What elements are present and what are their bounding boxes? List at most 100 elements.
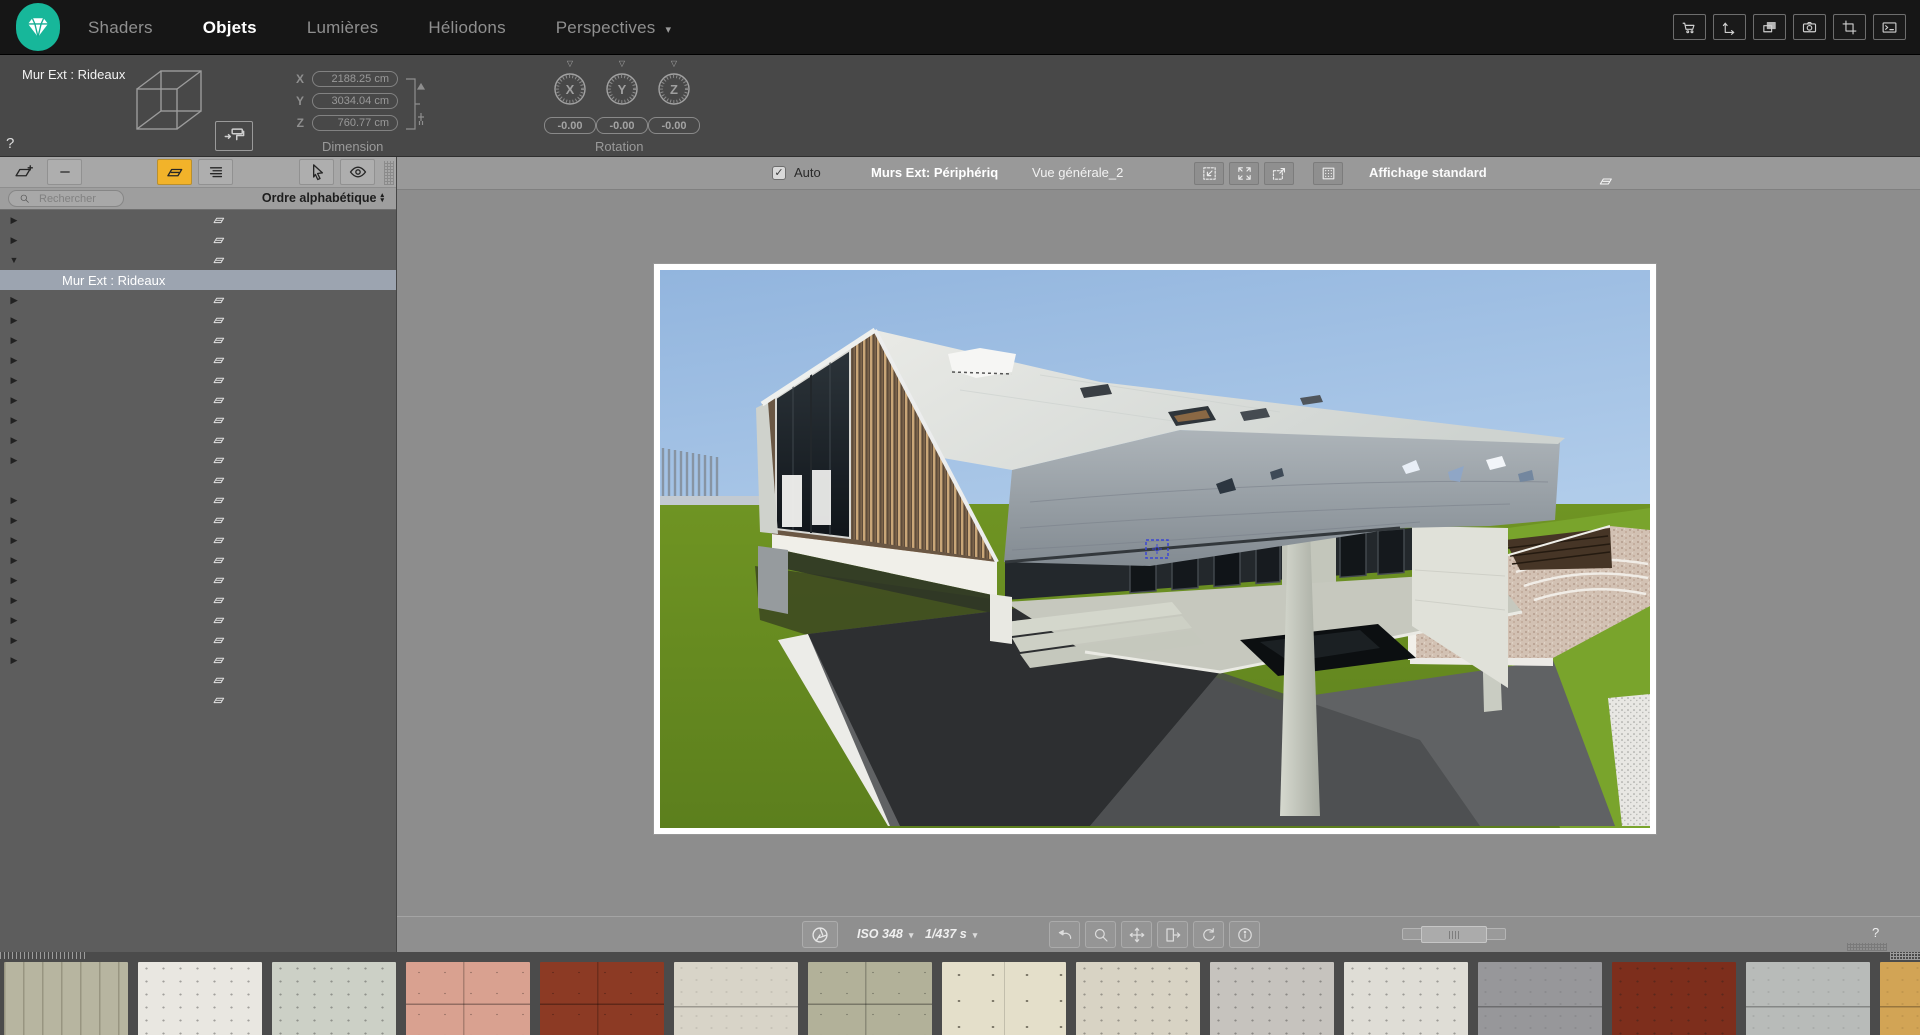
list-button[interactable] (198, 159, 233, 185)
search-field[interactable] (8, 190, 124, 207)
dotted-preview-button[interactable] (1313, 162, 1343, 185)
rotation-x-dial[interactable]: ▽ X (544, 61, 596, 134)
current-layer-label[interactable]: Murs Ext: Périphériq (871, 165, 998, 180)
expand-button[interactable] (1229, 162, 1259, 185)
layer-row[interactable]: ▶Equip: Escaliers int (0, 490, 396, 510)
sort-dropdown[interactable]: Ordre alphabétique ▴▾ (262, 191, 384, 205)
apply-shader-button[interactable] (215, 121, 253, 151)
axes-button[interactable] (1713, 14, 1746, 40)
layer-row[interactable]: ▶Exter: Piscine (0, 570, 396, 590)
render-canvas[interactable] (397, 190, 1920, 916)
cart-button[interactable] (1673, 14, 1706, 40)
tab-lumières[interactable]: Lumières (307, 18, 379, 38)
collapse-arrow-icon[interactable]: ▼ (7, 255, 21, 265)
layer-row[interactable]: ▶Equip: Mobilier Extérieur (0, 510, 396, 530)
refresh-button[interactable] (1193, 921, 1224, 948)
auto-checkbox[interactable]: ✓ (772, 166, 786, 180)
expand-arrow-icon[interactable]: ▶ (7, 235, 21, 246)
layer-row[interactable]: ▶Exter: Terrain modifié (0, 590, 396, 610)
layer-row[interactable]: ▶Sols: Planchers (0, 370, 396, 390)
aperture-button[interactable] (802, 921, 838, 948)
layer-row[interactable]: ▶Equip tech: Chauffage (0, 410, 396, 430)
expand-arrow-icon[interactable]: ▶ (7, 435, 21, 446)
camera-button[interactable] (1793, 14, 1826, 40)
current-view-label[interactable]: Vue générale_2 (1032, 165, 1123, 180)
expand-arrow-icon[interactable]: ▶ (7, 535, 21, 546)
shutter-setting[interactable]: 1/437 s▾ (925, 927, 977, 941)
layer-row[interactable]: ▶Murs ext : Modénatures (0, 310, 396, 330)
undo-button[interactable] (1049, 921, 1080, 948)
material-thumbnail[interactable] (1880, 962, 1920, 1035)
add-layer-button[interactable] (6, 159, 41, 185)
layer-row[interactable]: Unique layer (0, 670, 396, 690)
layer-row[interactable]: ▶Escalier (0, 550, 396, 570)
layer-row[interactable]: Equip: Décoration (0, 470, 396, 490)
layer-row[interactable]: ▶Sols: Dalles (0, 350, 396, 370)
rotation-z-dial[interactable]: ▽ Z (648, 61, 700, 134)
material-thumbnail[interactable] (138, 962, 262, 1035)
remove-layer-button[interactable] (47, 159, 82, 185)
crop-button[interactable] (1833, 14, 1866, 40)
material-thumbnail[interactable] (942, 962, 1066, 1035)
zoom-slider[interactable] (1402, 928, 1506, 940)
expand-arrow-icon[interactable]: ▶ (7, 515, 21, 526)
strip-resize-grip[interactable] (1890, 952, 1920, 960)
search-input[interactable] (37, 192, 117, 206)
layer-row[interactable]: ▶Finition (0, 630, 396, 650)
dimension-x-field[interactable] (312, 71, 398, 87)
cursor-button[interactable] (299, 159, 334, 185)
material-thumbnail[interactable] (1076, 962, 1200, 1035)
material-thumbnail[interactable] (808, 962, 932, 1035)
layer-row[interactable]: ▶Constr: Serrurerie (0, 230, 396, 250)
layer-row[interactable]: ▶Murs int: Cloisons (0, 330, 396, 350)
help-link[interactable]: ? (6, 135, 14, 152)
pan-button[interactable] (1121, 921, 1152, 948)
expand-arrow-icon[interactable]: ▶ (7, 575, 21, 586)
material-thumbnail[interactable] (406, 962, 530, 1035)
expand-arrow-icon[interactable]: ▶ (7, 335, 21, 346)
layer-row[interactable]: ▶Coque (0, 390, 396, 410)
expand-arrow-icon[interactable]: ▶ (7, 375, 21, 386)
iso-setting[interactable]: ISO 348▾ (857, 927, 913, 941)
layer-row[interactable]: ▶Murs Ext: Périphériques (0, 290, 396, 310)
layers-button[interactable] (157, 159, 192, 185)
rotation-y-field[interactable] (596, 117, 648, 134)
layer-row[interactable]: Végétation (0, 690, 396, 710)
expand-arrow-icon[interactable]: ▶ (7, 395, 21, 406)
expand-arrow-icon[interactable]: ▶ (7, 615, 21, 626)
material-thumbnail[interactable] (674, 962, 798, 1035)
dimension-link-icon[interactable] (404, 71, 426, 142)
help-link[interactable]: ? (1872, 925, 1879, 940)
tab-héliodons[interactable]: Héliodons (428, 18, 505, 38)
material-thumbnail[interactable] (1746, 962, 1870, 1035)
layer-row[interactable]: ▶Equip: Agencement (0, 450, 396, 470)
render-preview[interactable] (654, 264, 1656, 834)
layer-row[interactable]: Mur Ext : Rideaux (0, 270, 396, 290)
expand-arrow-icon[interactable]: ▶ (7, 315, 21, 326)
material-thumbnail[interactable] (272, 962, 396, 1035)
info-button[interactable] (1229, 921, 1260, 948)
expand-arrow-icon[interactable]: ▶ (7, 295, 21, 306)
rotation-y-dial[interactable]: ▽ Y (596, 61, 648, 134)
material-thumbnail[interactable] (1344, 962, 1468, 1035)
layer-row[interactable]: ▶Constr: Poteaux (0, 210, 396, 230)
material-thumbnail[interactable] (1210, 962, 1334, 1035)
layer-row[interactable]: ▶Equip: Mobiliers (0, 530, 396, 550)
expand-arrow-icon[interactable]: ▶ (7, 635, 21, 646)
tab-perspectives[interactable]: Perspectives▾ (556, 18, 671, 38)
expand-arrow-icon[interactable]: ▶ (7, 215, 21, 226)
expand-arrow-icon[interactable]: ▶ (7, 655, 21, 666)
dimension-z-field[interactable] (312, 115, 398, 131)
rotation-x-field[interactable] (544, 117, 596, 134)
expand-arrow-icon[interactable]: ▶ (7, 495, 21, 506)
resize-grip[interactable] (1847, 943, 1887, 951)
zoom-slider-handle[interactable] (1421, 926, 1487, 943)
expand-arrow-icon[interactable]: ▶ (7, 415, 21, 426)
rotation-z-field[interactable] (648, 117, 700, 134)
display-mode-label[interactable]: Affichage standard (1369, 165, 1487, 180)
material-thumbnail[interactable] (1478, 962, 1602, 1035)
expand-arrow-icon[interactable]: ▶ (7, 455, 21, 466)
layer-row[interactable]: ▶Faux plafond (0, 610, 396, 630)
layer-row[interactable]: ▶Mur : Plinthes (0, 650, 396, 670)
expand-arrow-icon[interactable]: ▶ (7, 355, 21, 366)
